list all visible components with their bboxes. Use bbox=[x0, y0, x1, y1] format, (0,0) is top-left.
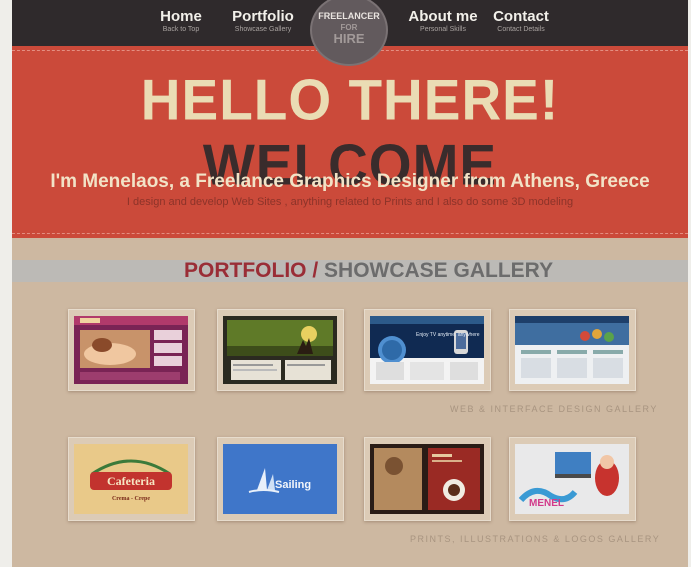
print-thumb-3-image bbox=[370, 444, 484, 514]
nav-about-sublabel: Personal Skills bbox=[420, 26, 466, 33]
portfolio-title-main: PORTFOLIO / bbox=[184, 259, 319, 282]
hero-headline-hello: HELLO THERE! bbox=[140, 66, 560, 132]
badge-line-1: FREELANCER bbox=[318, 11, 380, 21]
nav-portfolio-label: Portfolio bbox=[232, 8, 294, 25]
web-thumb-1[interactable] bbox=[68, 309, 195, 391]
nav-contact-label: Contact bbox=[493, 8, 549, 25]
nav-home-link[interactable]: Home Back to Top bbox=[159, 8, 203, 34]
nav-home-label: Home bbox=[160, 8, 202, 25]
graffiti-text: MENEL bbox=[529, 498, 564, 509]
web-thumb-3[interactable]: Enjoy TV anytime, anywhere bbox=[364, 309, 491, 391]
nav-portfolio-sublabel: Showcase Gallery bbox=[234, 26, 292, 33]
portfolio-title: PORTFOLIO / SHOWCASE GALLERY bbox=[184, 258, 553, 284]
print-thumb-4-image: MENEL bbox=[515, 444, 629, 514]
print-thumb-1[interactable]: Cafeteria Crema - Crepe bbox=[68, 437, 195, 521]
nav-contact-link[interactable]: Contact Contact Details bbox=[490, 8, 552, 34]
nav-about-label: About me bbox=[408, 8, 478, 25]
print-thumb-4[interactable]: MENEL bbox=[509, 437, 636, 521]
nav-about-link[interactable]: About me Personal Skills bbox=[408, 8, 478, 34]
nav-portfolio-link[interactable]: Portfolio Showcase Gallery bbox=[229, 8, 297, 34]
sailing-logo-text: Sailing bbox=[275, 479, 311, 491]
web-thumb-2[interactable] bbox=[217, 309, 344, 391]
hero-intro-text: I'm Menelaos, a Freelance Graphics Desig… bbox=[50, 171, 650, 192]
hero-description: I design and develop Web Sites , anythin… bbox=[126, 196, 574, 208]
cafeteria-logo-text: Cafeteria bbox=[107, 474, 155, 488]
hero-stitch-bottom bbox=[12, 233, 688, 234]
nav-contact-sublabel: Contact Details bbox=[497, 26, 545, 33]
web-thumb-4[interactable] bbox=[509, 309, 636, 391]
cafeteria-logo-subtext: Crema - Crepe bbox=[112, 496, 150, 502]
web-thumb-2-image bbox=[223, 316, 337, 384]
prints-gallery-link[interactable]: PRINTS, ILLUSTRATIONS & LOGOS GALLERY bbox=[410, 534, 660, 544]
web-thumb-4-image bbox=[515, 316, 629, 384]
print-thumb-3[interactable] bbox=[364, 437, 491, 521]
print-thumb-2[interactable]: Sailing bbox=[217, 437, 344, 521]
print-thumb-1-image: Cafeteria Crema - Crepe bbox=[74, 444, 188, 514]
nav-home-sublabel: Back to Top bbox=[162, 26, 200, 33]
web-thumb-3-image: Enjoy TV anytime, anywhere bbox=[370, 316, 484, 384]
print-thumb-2-image: Sailing bbox=[223, 444, 337, 514]
web-thumb-1-image bbox=[74, 316, 188, 384]
portfolio-title-sub: SHOWCASE GALLERY bbox=[324, 259, 554, 282]
web-gallery-link[interactable]: WEB & INTERFACE DESIGN GALLERY bbox=[450, 404, 658, 414]
hero-separator-dot bbox=[345, 147, 350, 151]
hero-banner: HELLO THERE! WELCOME I'm Menelaos, a Fre… bbox=[12, 46, 688, 238]
badge-line-3: HIRE bbox=[333, 31, 365, 46]
phone-thumb-tagline: Enjoy TV anytime, anywhere bbox=[416, 332, 480, 338]
page: Home Back to Top Portfolio Showcase Gall… bbox=[12, 0, 688, 567]
